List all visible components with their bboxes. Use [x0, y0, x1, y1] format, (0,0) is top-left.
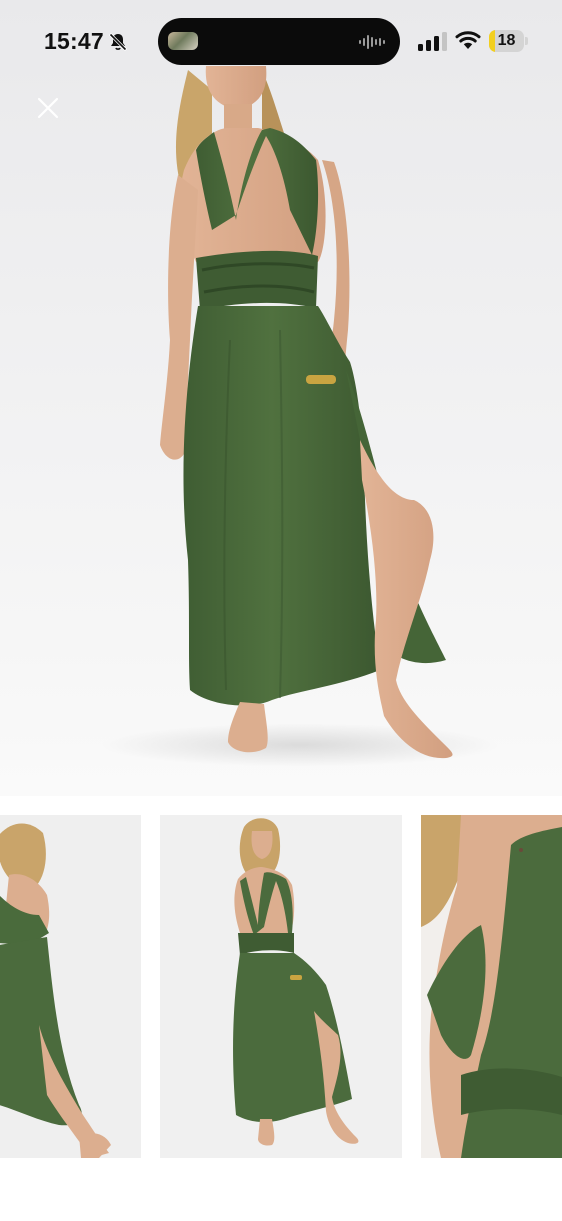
wifi-icon [455, 31, 481, 49]
battery-level: 18 [497, 32, 516, 49]
thumbnail-detail-view[interactable] [421, 815, 562, 1158]
product-main-image[interactable] [0, 0, 562, 796]
status-bar: 15:47 18 [0, 0, 562, 84]
dynamic-island-media-icon [168, 32, 198, 50]
close-button[interactable] [32, 92, 64, 124]
cellular-signal-icon [418, 32, 447, 51]
dynamic-island[interactable] [158, 18, 400, 65]
audio-waveform-icon [359, 35, 385, 49]
thumbnail-back-view[interactable] [0, 815, 141, 1158]
close-icon [37, 97, 59, 119]
thumbnail-front-view[interactable] [160, 815, 402, 1158]
bell-slash-icon [108, 32, 128, 52]
thumbnail-image [421, 815, 562, 1158]
thumbnail-image [0, 815, 141, 1158]
thumbnail-strip [0, 815, 562, 1160]
model-photo [100, 66, 500, 767]
thumbnail-image [160, 815, 402, 1158]
status-time: 15:47 [44, 28, 104, 54]
battery-icon: 18 [489, 30, 529, 52]
